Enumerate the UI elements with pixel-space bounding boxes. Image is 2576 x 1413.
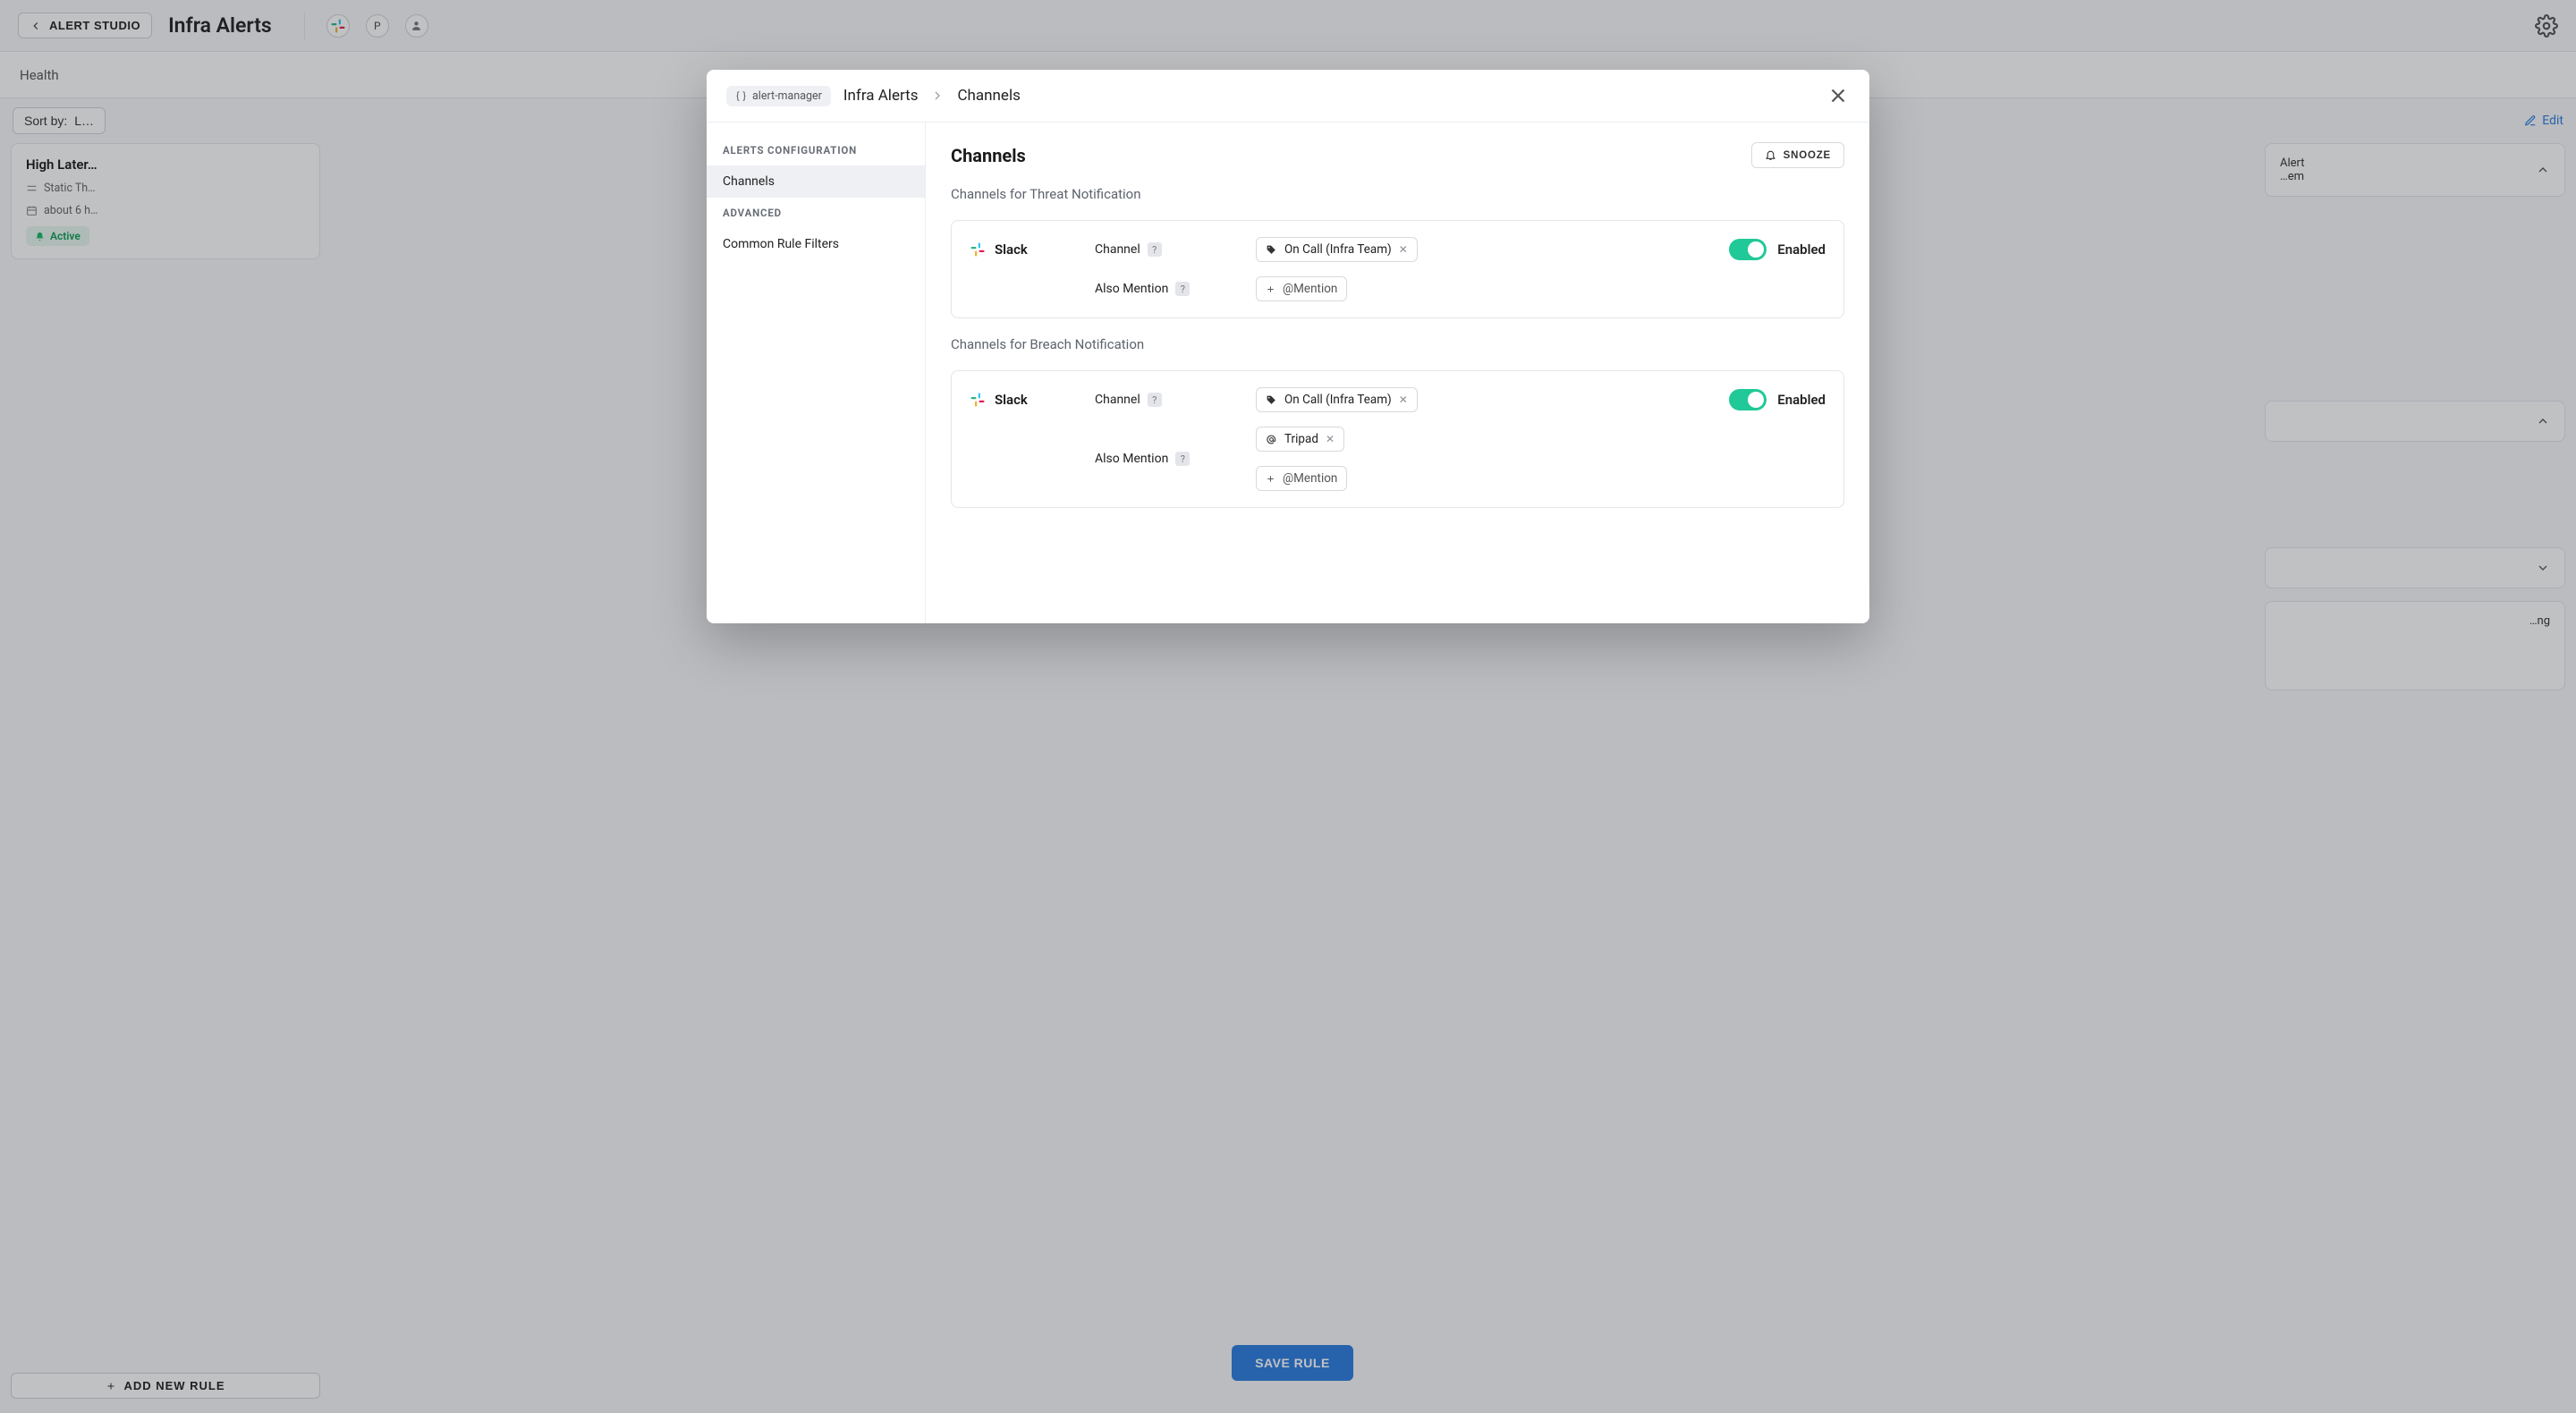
breadcrumb-1[interactable]: Infra Alerts xyxy=(843,87,919,105)
help-icon[interactable]: ? xyxy=(1148,242,1162,257)
remove-tag-icon[interactable]: ✕ xyxy=(1399,393,1408,406)
snooze-button[interactable]: SNOOZE xyxy=(1751,142,1844,168)
sidebar-item-common-filters[interactable]: Common Rule Filters xyxy=(707,228,925,260)
side-group-advanced: ADVANCED xyxy=(707,198,925,228)
slack-icon xyxy=(970,241,986,258)
modal-sidebar: ALERTS CONFIGURATION Channels ADVANCED C… xyxy=(707,123,926,623)
help-icon[interactable]: ? xyxy=(1175,282,1190,296)
tag-icon xyxy=(1266,244,1277,256)
modal-body: ALERTS CONFIGURATION Channels ADVANCED C… xyxy=(707,123,1869,623)
at-icon xyxy=(1266,434,1277,445)
mention-field-label: Also Mention ? xyxy=(1095,452,1256,466)
enabled-label: Enabled xyxy=(1777,392,1826,408)
channel-field-label: Channel ? xyxy=(1095,242,1256,257)
remove-tag-icon[interactable]: ✕ xyxy=(1326,433,1335,445)
enabled-label: Enabled xyxy=(1777,241,1826,258)
tag-oncall[interactable]: On Call (Infra Team) ✕ xyxy=(1256,387,1418,412)
modal-title: Channels xyxy=(951,145,1026,166)
modal-header: alert-manager Infra Alerts Channels xyxy=(707,70,1869,123)
plus-icon xyxy=(1266,474,1275,484)
close-icon[interactable] xyxy=(1826,84,1850,107)
provider-name: Slack xyxy=(995,241,1028,258)
threat-mention-tags: @Mention xyxy=(1256,276,1647,301)
toggle-switch[interactable] xyxy=(1729,239,1767,260)
snooze-label: SNOOZE xyxy=(1784,150,1831,161)
help-icon[interactable]: ? xyxy=(1175,452,1190,466)
braces-icon xyxy=(735,90,747,102)
bell-icon xyxy=(1765,149,1776,161)
threat-channel-block: Slack Channel ? On Call (Infra Team) ✕ xyxy=(951,220,1844,318)
chevron-right-icon xyxy=(930,89,945,103)
add-mention-button[interactable]: @Mention xyxy=(1256,466,1347,491)
section-threat-label: Channels for Threat Notification xyxy=(951,186,1844,202)
slack-icon xyxy=(970,392,986,408)
threat-enable-toggle: Enabled xyxy=(1647,239,1826,260)
provider-slack: Slack xyxy=(970,392,1095,408)
breach-channel-tags: On Call (Infra Team) ✕ xyxy=(1256,387,1647,412)
breach-mention-tags: Tripad ✕ @Mention xyxy=(1256,427,1647,491)
section-breach-label: Channels for Breach Notification xyxy=(951,336,1844,352)
breach-enable-toggle: Enabled xyxy=(1647,389,1826,410)
breach-channel-block: Slack Channel ? On Call (Infra Team) ✕ xyxy=(951,370,1844,508)
side-group-alerts: ALERTS CONFIGURATION xyxy=(707,135,925,165)
channel-field-label: Channel ? xyxy=(1095,393,1256,407)
add-mention-button[interactable]: @Mention xyxy=(1256,276,1347,301)
modal-title-row: Channels SNOOZE xyxy=(951,142,1844,168)
modal-main: Channels SNOOZE Channels for Threat Noti… xyxy=(926,123,1869,623)
channels-modal: alert-manager Infra Alerts Channels ALER… xyxy=(707,70,1869,623)
tag-icon xyxy=(1266,394,1277,406)
context-pill: alert-manager xyxy=(726,86,831,106)
tag-oncall[interactable]: On Call (Infra Team) ✕ xyxy=(1256,237,1418,262)
threat-channel-tags: On Call (Infra Team) ✕ xyxy=(1256,237,1647,262)
toggle-switch[interactable] xyxy=(1729,389,1767,410)
provider-name: Slack xyxy=(995,392,1028,408)
remove-tag-icon[interactable]: ✕ xyxy=(1399,243,1408,256)
plus-icon xyxy=(1266,284,1275,294)
breadcrumb-2: Channels xyxy=(957,87,1020,105)
tag-tripad[interactable]: Tripad ✕ xyxy=(1256,427,1344,452)
help-icon[interactable]: ? xyxy=(1148,393,1162,407)
modal-scrim[interactable]: alert-manager Infra Alerts Channels ALER… xyxy=(0,0,2576,1413)
sidebar-item-channels[interactable]: Channels xyxy=(707,165,925,198)
mention-field-label: Also Mention ? xyxy=(1095,282,1256,296)
pill-text: alert-manager xyxy=(752,89,822,103)
provider-slack: Slack xyxy=(970,241,1095,258)
